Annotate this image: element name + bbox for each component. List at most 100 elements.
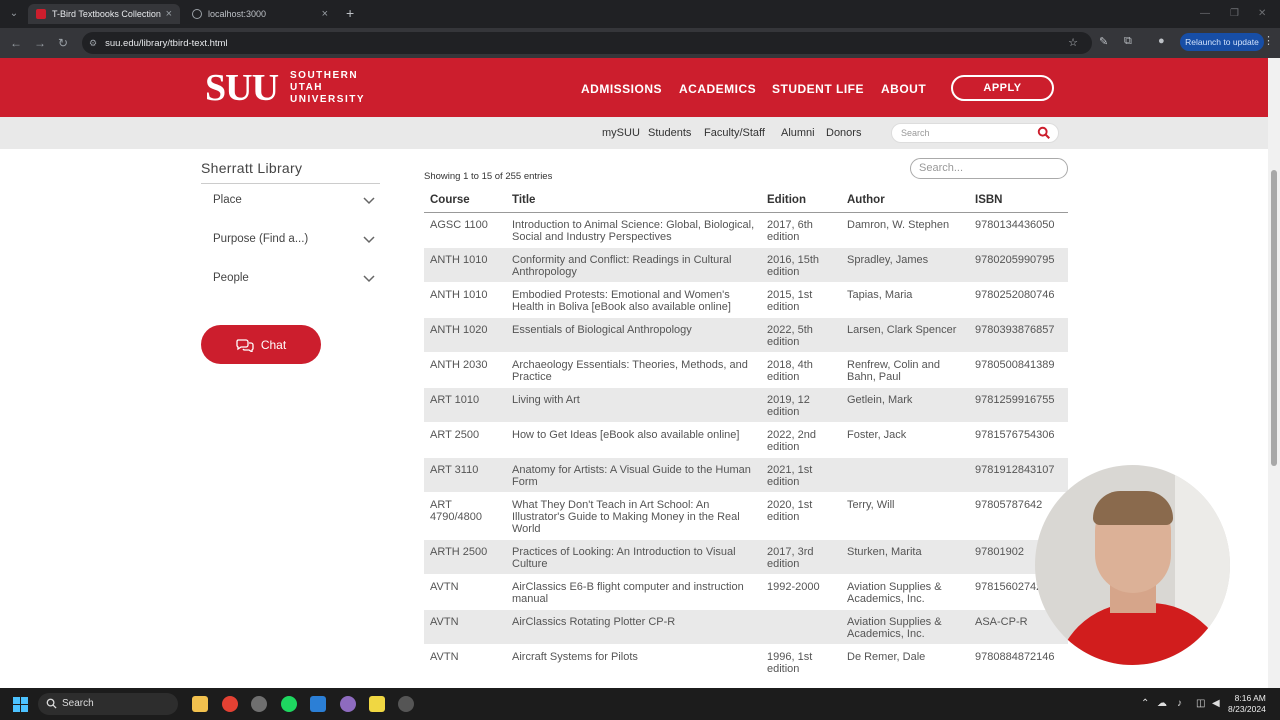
- forward-icon[interactable]: →: [34, 36, 46, 50]
- system-clock[interactable]: 8:16 AM 8/23/2024: [1228, 693, 1266, 715]
- sidebar-item-people[interactable]: People: [213, 272, 249, 284]
- maximize-icon[interactable]: ❐: [1230, 8, 1239, 19]
- profile-avatar-icon[interactable]: ●: [1158, 35, 1165, 47]
- cell-course: ANTH 2030: [424, 352, 506, 388]
- cell-isbn: 9781259916755: [969, 387, 1068, 423]
- sticky-notes-icon[interactable]: [369, 696, 385, 712]
- nav-student-life[interactable]: STUDENT LIFE: [772, 82, 864, 96]
- column-header-isbn[interactable]: ISBN: [969, 192, 1068, 213]
- page-scrollbar[interactable]: [1268, 58, 1280, 688]
- cell-course: ANTH 1020: [424, 317, 506, 353]
- github-icon[interactable]: [340, 696, 356, 712]
- cell-author: De Remer, Dale: [841, 644, 969, 680]
- link-donors[interactable]: Donors: [826, 127, 861, 139]
- chevron-down-icon[interactable]: [363, 197, 375, 205]
- apply-button[interactable]: APPLY: [951, 75, 1054, 101]
- tab-tbird-textbooks[interactable]: T-Bird Textbooks Collection | SU ×: [28, 4, 180, 24]
- site-search-input[interactable]: Search: [891, 123, 1059, 143]
- vscode-icon[interactable]: [310, 696, 326, 712]
- cell-author: Aviation Supplies & Academics, Inc.: [841, 609, 969, 645]
- obs-icon[interactable]: [398, 696, 414, 712]
- search-icon: [46, 698, 57, 709]
- scrollbar-thumb[interactable]: [1271, 170, 1277, 466]
- tray-network-icon[interactable]: ◫: [1196, 698, 1205, 709]
- suu-logo[interactable]: SUU: [205, 69, 279, 107]
- column-header-title[interactable]: Title: [506, 192, 761, 213]
- browser-menu-icon[interactable]: ⋮: [1263, 34, 1274, 47]
- cell-edition: 2022, 5th edition: [761, 317, 841, 353]
- browser-toolbar: ← → ↻ ⚙ suu.edu/library/tbird-text.html …: [0, 28, 1280, 58]
- address-bar[interactable]: ⚙ suu.edu/library/tbird-text.html ☆: [82, 32, 1092, 54]
- cell-author: Terry, Will: [841, 492, 969, 540]
- tray-cloud-icon[interactable]: ☁: [1157, 698, 1167, 709]
- minimize-icon[interactable]: —: [1200, 8, 1210, 19]
- cell-isbn: 9780205990795: [969, 247, 1068, 283]
- textbooks-table: Course Title Edition Author ISBN AGSC 11…: [424, 192, 1068, 680]
- column-header-course[interactable]: Course: [424, 192, 506, 213]
- tray-chevron-icon[interactable]: ⌃: [1141, 698, 1149, 709]
- cell-course: ART 3110: [424, 457, 506, 493]
- cell-edition: 2020, 1st edition: [761, 492, 841, 540]
- table-search-input[interactable]: Search...: [910, 158, 1068, 179]
- chrome-icon[interactable]: [222, 696, 238, 712]
- cell-author: [841, 457, 969, 493]
- cell-author: Tapias, Maria: [841, 282, 969, 318]
- pen-extension-icon[interactable]: ✎: [1099, 35, 1108, 48]
- nav-about[interactable]: ABOUT: [881, 82, 926, 96]
- chevron-down-icon[interactable]: [363, 275, 375, 283]
- table-header-row: Course Title Edition Author ISBN: [424, 192, 1068, 213]
- cell-title: Conformity and Conflict: Readings in Cul…: [506, 247, 761, 283]
- file-explorer-icon[interactable]: [192, 696, 208, 712]
- search-icon[interactable]: [1037, 126, 1051, 140]
- site-info-icon[interactable]: ⚙: [89, 38, 97, 49]
- relaunch-button[interactable]: Relaunch to update: [1180, 33, 1264, 51]
- sidebar-title: Sherratt Library: [201, 160, 303, 176]
- tab-localhost[interactable]: localhost:3000 ×: [184, 4, 336, 24]
- chevron-down-icon[interactable]: [363, 236, 375, 244]
- extensions-puzzle-icon[interactable]: ⧉: [1124, 35, 1132, 48]
- cell-title: Essentials of Biological Anthropology: [506, 317, 761, 353]
- taskbar-search[interactable]: Search: [38, 693, 178, 715]
- table-info: Showing 1 to 15 of 255 entries: [424, 171, 553, 182]
- cell-title: Introduction to Animal Science: Global, …: [506, 212, 761, 248]
- cell-course: AVTN: [424, 574, 506, 610]
- cell-author: Sturken, Marita: [841, 539, 969, 575]
- sidebar-item-purpose[interactable]: Purpose (Find a...): [213, 233, 308, 245]
- chat-bubbles-icon: [236, 338, 254, 352]
- table-row: ANTH 1020 Essentials of Biological Anthro…: [424, 317, 1068, 353]
- column-header-author[interactable]: Author: [841, 192, 969, 213]
- link-mysuu[interactable]: mySUU: [602, 127, 640, 139]
- table-row: AVTN AirClassics E6-B flight computer and…: [424, 574, 1068, 610]
- spotify-icon[interactable]: [281, 696, 297, 712]
- link-faculty-staff[interactable]: Faculty/Staff: [704, 127, 765, 139]
- cell-isbn: 9780252080746: [969, 282, 1068, 318]
- link-alumni[interactable]: Alumni: [781, 127, 815, 139]
- globe-icon: [192, 9, 202, 19]
- column-header-edition[interactable]: Edition: [761, 192, 841, 213]
- cell-title: How to Get Ideas [eBook also available o…: [506, 422, 761, 458]
- tray-volume-icon[interactable]: ◀: [1212, 698, 1220, 709]
- nav-academics[interactable]: ACADEMICS: [679, 82, 756, 96]
- close-tab-icon[interactable]: ×: [322, 8, 328, 20]
- nav-admissions[interactable]: ADMISSIONS: [581, 82, 662, 96]
- cell-author: Larsen, Clark Spencer: [841, 317, 969, 353]
- cell-course: AVTN: [424, 609, 506, 645]
- site-header: SUU SOUTHERN UTAH UNIVERSITY ADMISSIONS …: [0, 58, 1268, 117]
- bookmark-star-icon[interactable]: ☆: [1068, 36, 1078, 49]
- close-tab-icon[interactable]: ×: [166, 8, 172, 20]
- back-icon[interactable]: ←: [10, 36, 22, 50]
- tab-search-icon[interactable]: ⌄: [6, 6, 22, 22]
- windows-start-icon[interactable]: [13, 697, 28, 712]
- slack-icon[interactable]: [251, 696, 267, 712]
- chat-button[interactable]: Chat: [201, 325, 321, 364]
- cell-edition: 2015, 1st edition: [761, 282, 841, 318]
- table-row: AGSC 1100 Introduction to Animal Science:…: [424, 212, 1068, 248]
- reload-icon[interactable]: ↻: [58, 36, 68, 50]
- cell-edition: 1996, 1st edition: [761, 644, 841, 680]
- link-students[interactable]: Students: [648, 127, 691, 139]
- sidebar-item-place[interactable]: Place: [213, 194, 242, 206]
- cell-course: ANTH 1010: [424, 247, 506, 283]
- close-window-icon[interactable]: ✕: [1258, 8, 1266, 19]
- new-tab-button[interactable]: +: [346, 6, 354, 20]
- tray-mic-icon[interactable]: ♪: [1177, 698, 1182, 709]
